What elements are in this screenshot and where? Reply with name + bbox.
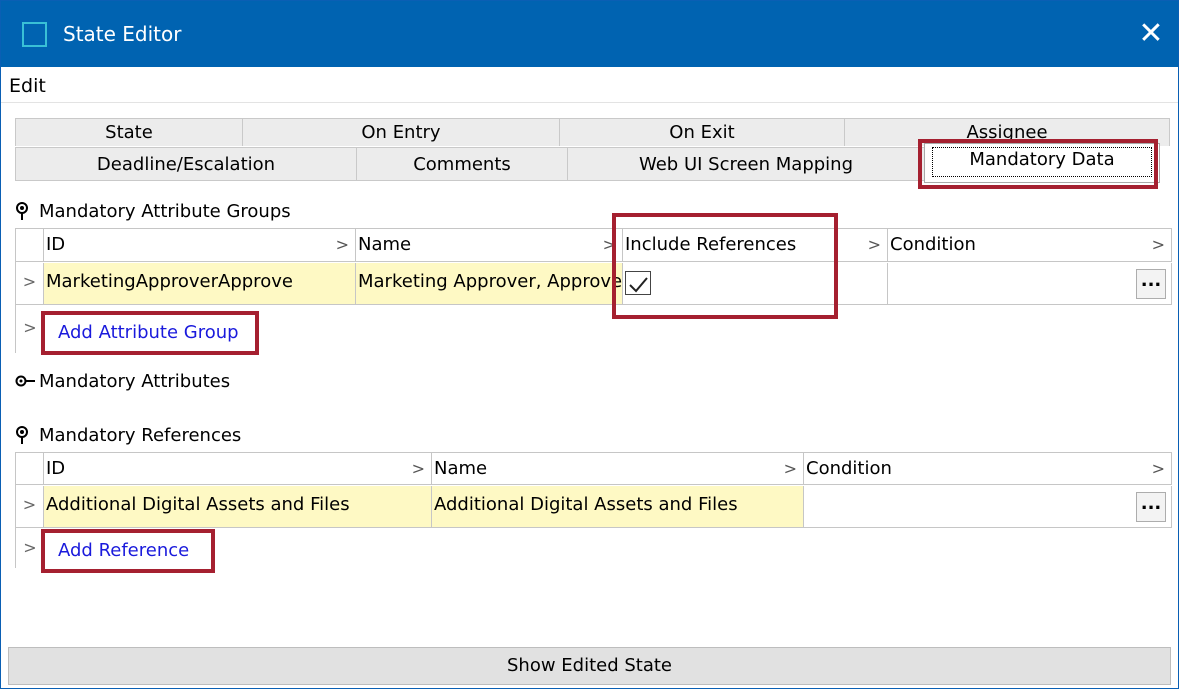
row-selector[interactable]: > (16, 486, 44, 527)
chevron-right-icon: > (335, 235, 349, 254)
tab-comments[interactable]: Comments (356, 147, 568, 181)
col-header-id-label: ID (46, 458, 66, 479)
highlight-box (612, 213, 838, 319)
row-header-corner (16, 229, 44, 261)
cell-id[interactable]: Additional Digital Assets and Files (44, 486, 432, 527)
col-header-name[interactable]: Name > (432, 453, 804, 484)
attr-groups-title: Mandatory Attribute Groups (39, 201, 291, 222)
title-bar: State Editor ✕ (1, 1, 1178, 67)
row-selector[interactable]: > (16, 263, 44, 304)
menu-edit[interactable]: Edit (9, 75, 46, 97)
chevron-right-icon: > (22, 495, 37, 514)
new-row-selector: > (16, 306, 44, 350)
col-header-id[interactable]: ID > (44, 229, 356, 261)
cell-name[interactable]: Additional Digital Assets and Files (432, 486, 804, 527)
tab-state[interactable]: State (15, 118, 243, 146)
attributes-section-header[interactable]: Mandatory Attributes (15, 371, 230, 392)
condition-ellipsis-button[interactable]: ... (1136, 269, 1166, 299)
table-row[interactable]: > MarketingApproverApprove Marketing App… (16, 263, 1172, 305)
new-row-selector: > (16, 529, 44, 567)
attributes-title: Mandatory Attributes (39, 371, 231, 392)
menu-bar: Edit (1, 67, 1178, 103)
row-header-corner (16, 453, 44, 484)
key-icon (15, 375, 35, 387)
chevron-right-icon: > (867, 235, 881, 254)
condition-ellipsis-button[interactable]: ... (1136, 492, 1166, 522)
attr-groups-header-row: ID > Name > Include References > Condition > (16, 228, 1172, 262)
chevron-right-icon: > (22, 272, 37, 291)
cell-id[interactable]: MarketingApproverApprove (44, 263, 356, 304)
window-title: State Editor (63, 22, 182, 46)
col-header-id-label: ID (46, 234, 66, 255)
col-header-condition-label: Condition (890, 234, 976, 255)
table-row[interactable]: > Additional Digital Assets and Files Ad… (16, 486, 1172, 528)
cell-name[interactable]: Marketing Approver, Approve (356, 263, 623, 304)
chevron-right-icon: > (1151, 459, 1165, 478)
cell-condition[interactable] (888, 263, 1172, 304)
col-header-condition-label: Condition (806, 458, 892, 479)
close-button[interactable]: ✕ (1133, 15, 1169, 53)
chevron-right-icon: > (411, 459, 425, 478)
references-title: Mandatory References (39, 425, 242, 446)
chevron-right-icon: > (23, 318, 37, 337)
col-header-condition[interactable]: Condition > (804, 453, 1172, 484)
references-section-header: Mandatory References (15, 425, 241, 446)
chevron-right-icon: > (23, 538, 37, 557)
highlight-box (41, 311, 259, 355)
pin-icon (16, 202, 28, 220)
references-header-row: ID > Name > Condition > (16, 452, 1172, 485)
tab-web-ui-screen-mapping[interactable]: Web UI Screen Mapping (567, 147, 925, 181)
highlight-box (41, 529, 215, 573)
pin-icon (16, 426, 28, 444)
tab-on-exit[interactable]: On Exit (559, 118, 845, 146)
col-header-name-label: Name (434, 458, 488, 479)
state-editor-window: State Editor ✕ Edit State On Entry On Ex… (0, 0, 1179, 689)
show-edited-state-button[interactable]: Show Edited State (8, 647, 1171, 685)
col-header-name-label: Name (358, 234, 412, 255)
highlight-box (918, 139, 1158, 189)
col-header-id[interactable]: ID > (44, 453, 432, 484)
col-header-name[interactable]: Name > (356, 229, 623, 261)
tab-on-entry[interactable]: On Entry (242, 118, 560, 146)
tab-deadline-escalation[interactable]: Deadline/Escalation (15, 147, 357, 181)
attr-groups-section-header: Mandatory Attribute Groups (15, 201, 291, 222)
col-header-condition[interactable]: Condition > (888, 229, 1172, 261)
window-icon (22, 22, 47, 47)
chevron-right-icon: > (1151, 235, 1165, 254)
close-icon: ✕ (1138, 16, 1164, 51)
chevron-right-icon: > (783, 459, 797, 478)
cell-condition[interactable] (804, 486, 1172, 527)
